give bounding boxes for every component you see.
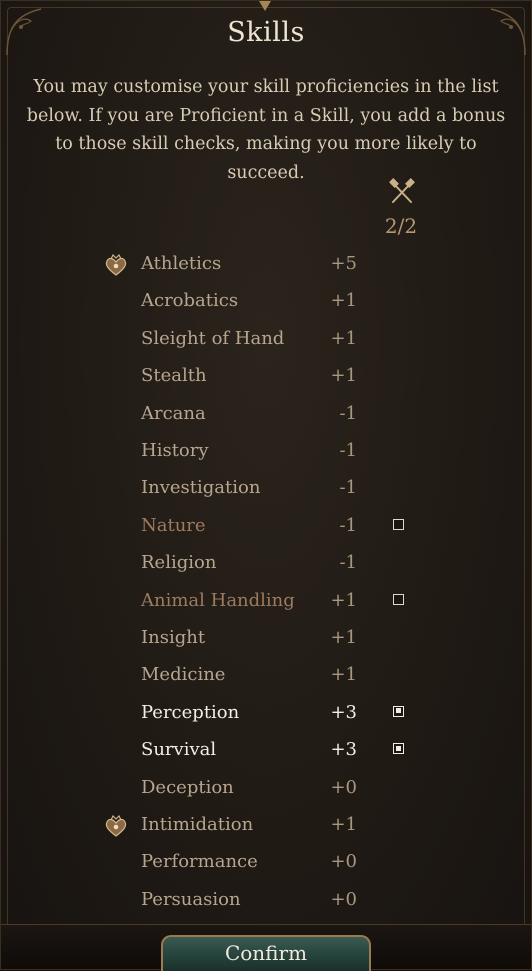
skill-row: Stealth +1 bbox=[1, 358, 532, 395]
proficiency-checkbox[interactable] bbox=[393, 705, 404, 717]
skill-row: Intimidation +1 bbox=[1, 807, 532, 844]
skill-bonus: +0 bbox=[330, 851, 357, 873]
skill-row[interactable]: Perception +3 bbox=[1, 695, 532, 732]
skill-name: Religion bbox=[141, 552, 217, 574]
skill-row[interactable]: Nature -1 bbox=[1, 508, 532, 545]
skill-name: Nature bbox=[141, 514, 206, 536]
skill-row: Persuasion +0 bbox=[1, 882, 532, 919]
skill-name: Athletics bbox=[141, 253, 222, 274]
proficiency-checkbox[interactable] bbox=[393, 518, 404, 530]
crossed-hammers-icon bbox=[389, 178, 415, 203]
skill-name: Animal Handling bbox=[141, 589, 295, 611]
skill-name: Arcana bbox=[141, 402, 206, 424]
skill-row: Deception +0 bbox=[1, 770, 532, 807]
skill-name: Performance bbox=[141, 851, 258, 873]
skill-row: Religion -1 bbox=[1, 545, 532, 582]
skill-row: Insight +1 bbox=[1, 620, 532, 657]
skill-row: History -1 bbox=[1, 433, 532, 470]
proficiency-counter: 2/2 bbox=[384, 214, 418, 238]
skill-bonus: -1 bbox=[339, 514, 357, 536]
skills-panel: Skills You may customise your skill prof… bbox=[0, 0, 532, 971]
skill-name: Stealth bbox=[141, 365, 207, 387]
skill-name: Perception bbox=[141, 701, 240, 723]
skill-name: Acrobatics bbox=[141, 290, 239, 312]
skill-name: Insight bbox=[141, 627, 206, 648]
skill-bonus: +0 bbox=[330, 776, 357, 798]
skill-bonus: +5 bbox=[330, 253, 357, 274]
skill-bonus: +1 bbox=[330, 290, 357, 312]
skill-name: Investigation bbox=[141, 477, 261, 499]
skill-name: Persuasion bbox=[141, 888, 241, 910]
top-notch-ornament bbox=[259, 1, 271, 11]
skill-row[interactable]: Survival +3 bbox=[1, 732, 532, 769]
skill-bonus: -1 bbox=[339, 440, 357, 461]
skill-name: History bbox=[141, 440, 209, 461]
class-proficiency-icon bbox=[105, 253, 127, 276]
skill-bonus: -1 bbox=[339, 402, 357, 424]
skill-name: Deception bbox=[141, 776, 234, 798]
proficiency-checkbox[interactable] bbox=[393, 743, 404, 755]
skill-row[interactable]: Animal Handling +1 bbox=[1, 583, 532, 620]
skill-bonus: +1 bbox=[330, 627, 357, 648]
skill-row: Acrobatics +1 bbox=[1, 283, 532, 320]
class-proficiency-icon bbox=[105, 814, 127, 837]
skill-bonus: -1 bbox=[339, 477, 357, 499]
skill-bonus: +3 bbox=[330, 739, 357, 761]
skill-bonus: -1 bbox=[339, 552, 357, 574]
skill-bonus: +3 bbox=[330, 701, 357, 723]
confirm-button[interactable]: Confirm bbox=[161, 935, 371, 971]
skill-bonus: +1 bbox=[330, 814, 357, 835]
skill-bonus: +1 bbox=[330, 664, 357, 686]
skill-row: Investigation -1 bbox=[1, 470, 532, 507]
skill-bonus: +1 bbox=[330, 327, 357, 349]
skill-row: Arcana -1 bbox=[1, 396, 532, 433]
skill-name: Intimidation bbox=[141, 814, 254, 835]
skill-name: Medicine bbox=[141, 664, 226, 686]
proficiency-checkbox[interactable] bbox=[393, 593, 404, 605]
skill-bonus: +1 bbox=[330, 365, 357, 387]
skill-bonus: +0 bbox=[330, 888, 357, 910]
skill-row: Athletics +5 bbox=[1, 246, 532, 283]
page-title: Skills bbox=[227, 17, 305, 48]
skill-name: Survival bbox=[141, 739, 217, 761]
skill-row: Sleight of Hand +1 bbox=[1, 321, 532, 358]
skill-row: Performance +0 bbox=[1, 844, 532, 881]
skills-description: You may customise your skill proficienci… bbox=[26, 77, 506, 183]
skill-name: Sleight of Hand bbox=[141, 327, 285, 349]
skill-bonus: +1 bbox=[330, 589, 357, 611]
skill-row: Medicine +1 bbox=[1, 657, 532, 694]
